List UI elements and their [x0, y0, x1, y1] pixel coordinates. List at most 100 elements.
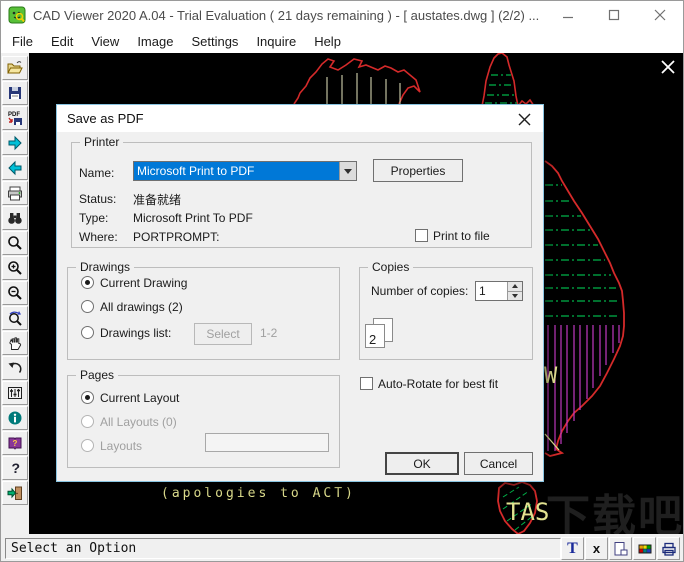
page-badge-number: 2 — [369, 332, 377, 347]
menubar: File Edit View Image Settings Inquire He… — [1, 29, 683, 53]
save-pdf-icon: PDF — [8, 112, 22, 125]
drawings-list-radio[interactable] — [81, 326, 94, 339]
drawings-range-label: 1-2 — [260, 326, 278, 340]
marker-toggle-label: x — [592, 541, 601, 556]
save-as-pdf-dialog: Save as PDF Printer Name: Microsoft Prin… — [56, 104, 544, 482]
text-toggle-label: T — [567, 539, 578, 557]
print-button[interactable] — [2, 181, 28, 205]
canvas-close-button[interactable] — [660, 59, 676, 75]
menu-settings[interactable]: Settings — [182, 31, 247, 52]
settings-sliders-button[interactable] — [2, 381, 28, 405]
menu-image[interactable]: Image — [128, 31, 182, 52]
copies-spinner[interactable]: 1 — [475, 281, 523, 301]
all-layouts-radio[interactable] — [81, 415, 94, 428]
tas-label: TAS — [506, 498, 549, 526]
close-icon — [654, 9, 666, 21]
cancel-label: Cancel — [479, 456, 518, 471]
zoom-icon — [8, 236, 22, 250]
layout-button[interactable] — [609, 537, 632, 560]
cancel-button[interactable]: Cancel — [464, 452, 533, 475]
print-to-file-checkbox[interactable] — [415, 229, 428, 242]
next-arrow-icon — [8, 135, 22, 151]
sliders-icon — [8, 387, 22, 399]
status-message-field[interactable]: Select an Option — [5, 538, 561, 559]
palette-button[interactable] — [633, 537, 656, 560]
properties-label: Properties — [390, 163, 446, 178]
zoom-button[interactable] — [2, 231, 28, 255]
auto-rotate-label: Auto-Rotate for best fit — [378, 377, 499, 391]
info-button[interactable] — [2, 406, 28, 430]
menu-help[interactable]: Help — [305, 31, 350, 52]
hatch-nsw — [547, 325, 620, 451]
dialog-title: Save as PDF — [67, 111, 144, 126]
map-outline-capeyork — [481, 53, 535, 108]
printer-group-label: Printer — [80, 135, 124, 149]
ok-button[interactable]: OK — [385, 452, 459, 475]
open-button[interactable] — [2, 56, 28, 80]
text-toggle-button[interactable]: T — [561, 537, 584, 560]
drawings-list-label: Drawings list: — [100, 326, 172, 340]
minimize-icon — [563, 16, 573, 19]
pan-button[interactable] — [2, 331, 28, 355]
pdf-icon-label: PDF — [8, 112, 20, 118]
help-book-icon: ? — [8, 437, 22, 450]
copies-page-icon-front: 2 — [365, 324, 385, 348]
maximize-button[interactable] — [591, 1, 637, 29]
zoom-in-button[interactable] — [2, 256, 28, 280]
combo-dropdown-button[interactable] — [339, 162, 356, 180]
exit-button[interactable] — [2, 481, 28, 505]
statusbar: Select an Option T x — [1, 534, 683, 561]
current-layout-label: Current Layout — [100, 391, 180, 405]
previous-arrow-icon — [8, 160, 22, 176]
dialog-titlebar[interactable]: Save as PDF — [57, 105, 543, 132]
hatch-qld — [545, 184, 620, 317]
menu-file[interactable]: File — [3, 31, 42, 52]
current-drawing-radio[interactable] — [81, 276, 94, 289]
undo-arrow-icon — [8, 362, 22, 373]
dialog-close-button[interactable] — [518, 113, 531, 126]
print-preview-button[interactable] — [657, 537, 680, 560]
app-icon — [8, 6, 26, 24]
menu-view[interactable]: View — [82, 31, 128, 52]
previous-drawing-button[interactable] — [2, 156, 28, 180]
minimize-button[interactable] — [545, 1, 591, 29]
close-button[interactable] — [637, 1, 683, 29]
save-icon — [9, 87, 21, 99]
printer-name-combo[interactable]: Microsoft Print to PDF — [133, 161, 357, 181]
nsw-label: W — [544, 364, 558, 389]
titlebar: CAD Viewer 2020 A.04 - Trial Evaluation … — [1, 1, 683, 29]
zoom-out-button[interactable] — [2, 281, 28, 305]
left-toolbar: PDF ? ? — [1, 53, 29, 534]
current-layout-radio[interactable] — [81, 391, 94, 404]
menu-inquire[interactable]: Inquire — [247, 31, 305, 52]
layouts-radio[interactable] — [81, 439, 94, 452]
apologies-annotation: (apologies to ACT) — [161, 486, 356, 501]
spinner-up-button[interactable] — [508, 282, 522, 292]
watermark: 下载吧 — [546, 491, 684, 534]
menu-edit[interactable]: Edit — [42, 31, 82, 52]
next-drawing-button[interactable] — [2, 131, 28, 155]
all-drawings-radio[interactable] — [81, 300, 94, 313]
properties-button[interactable]: Properties — [373, 159, 463, 182]
save-pdf-button[interactable]: PDF — [2, 106, 28, 130]
auto-rotate-checkbox[interactable] — [360, 377, 373, 390]
layouts-input[interactable] — [205, 433, 329, 452]
printer-type-value: Microsoft Print To PDF — [133, 211, 253, 225]
save-button[interactable] — [2, 81, 28, 105]
zoom-previous-button[interactable] — [2, 306, 28, 330]
printer-status-label: Status: — [79, 192, 117, 206]
select-button[interactable]: Select — [194, 323, 252, 345]
printer-status-value: 准备就绪 — [133, 193, 182, 207]
printer-where-value: PORTPROMPT: — [133, 230, 220, 244]
open-folder-icon — [7, 61, 23, 74]
undo-button[interactable] — [2, 356, 28, 380]
spinner-up-icon — [512, 284, 518, 289]
zoom-in-icon — [8, 261, 22, 275]
help-button[interactable]: ? — [2, 456, 28, 480]
marker-toggle-button[interactable]: x — [585, 537, 608, 560]
spinner-down-button[interactable] — [508, 291, 522, 300]
printer-icon — [661, 542, 676, 556]
ok-label: OK — [413, 456, 431, 471]
help-book-button[interactable]: ? — [2, 431, 28, 455]
find-button[interactable] — [2, 206, 28, 230]
